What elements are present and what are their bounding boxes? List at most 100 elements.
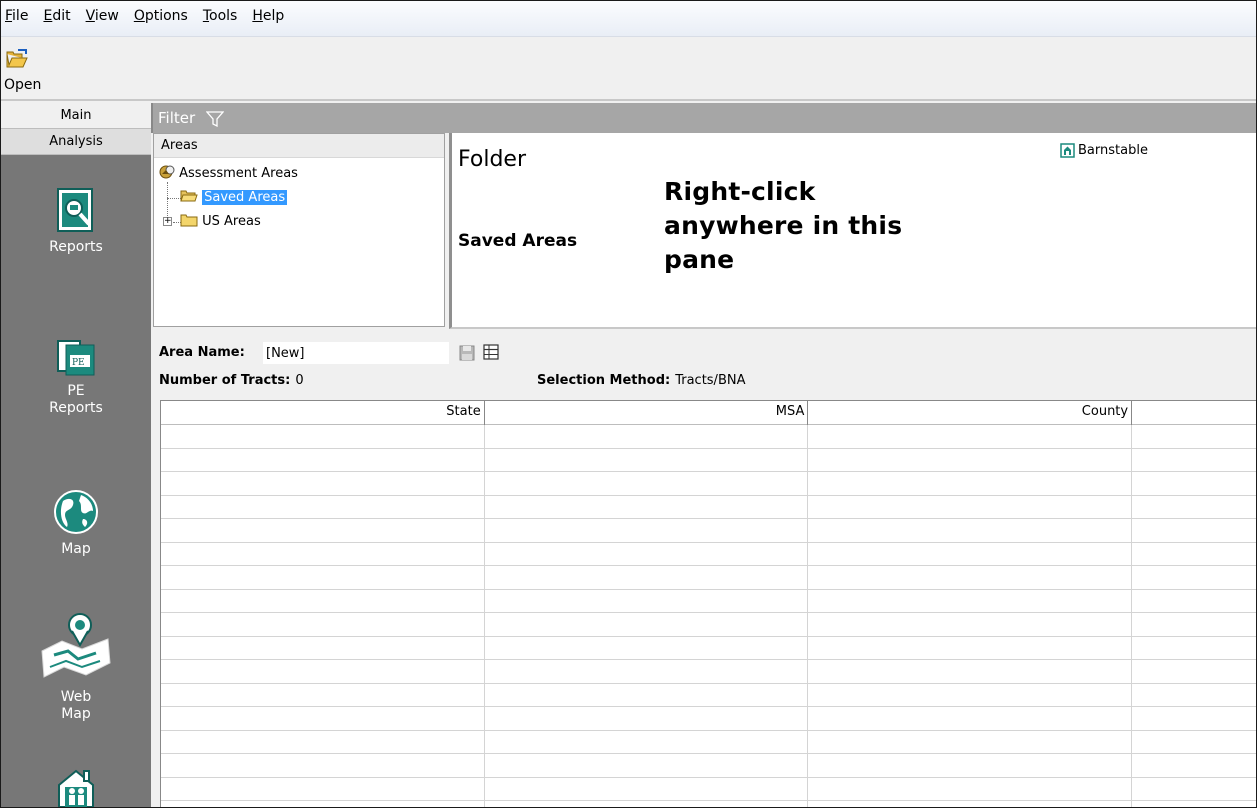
menu-view[interactable]: View (86, 8, 119, 24)
table-cell[interactable] (1132, 801, 1256, 807)
table-cell[interactable] (485, 448, 809, 471)
table-cell[interactable] (485, 707, 809, 730)
table-cell[interactable] (808, 660, 1133, 683)
table-cell[interactable] (1132, 754, 1256, 777)
table-cell[interactable] (808, 754, 1133, 777)
table-cell[interactable] (808, 613, 1133, 636)
table-cell[interactable] (485, 542, 809, 565)
table-cell[interactable] (808, 589, 1133, 612)
table-cell[interactable] (1132, 613, 1256, 636)
table-row[interactable] (161, 660, 1256, 684)
table-cell[interactable] (1132, 590, 1256, 613)
table-cell[interactable] (1132, 543, 1256, 566)
map-button[interactable]: Map (1, 489, 151, 558)
table-cell[interactable] (1132, 472, 1256, 495)
table-cell[interactable] (808, 425, 1133, 448)
reports-button[interactable]: Reports (1, 187, 151, 256)
table-cell[interactable] (808, 683, 1133, 706)
menu-file[interactable]: File (5, 8, 28, 24)
table-cell[interactable] (485, 613, 809, 636)
table-cell[interactable] (161, 425, 485, 448)
table-cell[interactable] (485, 730, 809, 753)
table-cell[interactable] (485, 589, 809, 612)
table-cell[interactable] (1132, 519, 1256, 542)
table-cell[interactable] (161, 472, 485, 495)
table-row[interactable] (161, 683, 1256, 707)
table-cell[interactable] (808, 448, 1133, 471)
table-row[interactable] (161, 448, 1256, 472)
table-cell[interactable] (808, 636, 1133, 659)
table-cell[interactable] (485, 660, 809, 683)
pe-reports-button[interactable]: PE PE Reports (1, 339, 151, 417)
table-row[interactable] (161, 472, 1256, 496)
table-cell[interactable] (485, 566, 809, 589)
column-header-extra[interactable] (1132, 401, 1256, 425)
table-row[interactable] (161, 777, 1256, 801)
menu-help[interactable]: Help (252, 8, 284, 24)
open-button[interactable]: Open (4, 49, 54, 97)
table-cell[interactable] (161, 636, 485, 659)
table-cell[interactable] (485, 777, 809, 800)
table-row[interactable] (161, 519, 1256, 543)
table-cell[interactable] (1132, 425, 1256, 448)
grid-icon[interactable] (483, 344, 499, 360)
table-cell[interactable] (808, 730, 1133, 753)
tree-item-saved-areas[interactable]: Saved Areas (180, 188, 288, 208)
table-cell[interactable] (485, 519, 809, 542)
table-cell[interactable] (161, 660, 485, 683)
save-icon[interactable] (459, 345, 475, 361)
table-cell[interactable] (161, 613, 485, 636)
table-cell[interactable] (161, 542, 485, 565)
table-row[interactable] (161, 425, 1256, 449)
table-cell[interactable] (808, 707, 1133, 730)
table-row[interactable] (161, 589, 1256, 613)
table-cell[interactable] (161, 801, 485, 807)
table-cell[interactable] (161, 589, 485, 612)
table-cell[interactable] (161, 754, 485, 777)
table-cell[interactable] (161, 777, 485, 800)
web-map-button[interactable]: Web Map (1, 611, 151, 723)
table-cell[interactable] (485, 636, 809, 659)
household-button[interactable] (1, 767, 151, 807)
table-cell[interactable] (161, 566, 485, 589)
table-cell[interactable] (808, 566, 1133, 589)
table-cell[interactable] (808, 542, 1133, 565)
table-row[interactable] (161, 636, 1256, 660)
area-name-input[interactable] (263, 342, 449, 364)
filter-bar[interactable]: Filter (151, 103, 1256, 133)
table-cell[interactable] (485, 801, 809, 807)
table-row[interactable] (161, 566, 1256, 590)
menu-tools[interactable]: Tools (203, 8, 238, 24)
table-cell[interactable] (1132, 684, 1256, 707)
table-row[interactable] (161, 495, 1256, 519)
table-row[interactable] (161, 730, 1256, 754)
table-cell[interactable] (485, 495, 809, 518)
table-cell[interactable] (485, 472, 809, 495)
table-cell[interactable] (808, 777, 1133, 800)
table-cell[interactable] (1132, 707, 1256, 730)
table-cell[interactable] (161, 683, 485, 706)
menu-edit[interactable]: Edit (43, 8, 70, 24)
table-cell[interactable] (161, 495, 485, 518)
table-row[interactable] (161, 613, 1256, 637)
tree-item-assessment-areas[interactable]: Assessment Areas (159, 164, 298, 184)
table-cell[interactable] (1132, 731, 1256, 754)
table-cell[interactable] (1132, 566, 1256, 589)
table-cell[interactable] (1132, 637, 1256, 660)
column-header-msa[interactable]: MSA (485, 401, 809, 425)
table-cell[interactable] (1132, 496, 1256, 519)
table-cell[interactable] (161, 448, 485, 471)
tree-expander-us-areas[interactable]: + (163, 217, 172, 226)
table-cell[interactable] (808, 801, 1133, 807)
table-row[interactable] (161, 754, 1256, 778)
table-cell[interactable] (161, 519, 485, 542)
tree-item-us-areas[interactable]: US Areas (180, 212, 261, 232)
table-cell[interactable] (808, 472, 1133, 495)
column-header-state[interactable]: State (161, 401, 485, 425)
column-header-county[interactable]: County (808, 401, 1133, 425)
table-cell[interactable] (808, 495, 1133, 518)
tab-main[interactable]: Main (1, 103, 151, 129)
tab-analysis[interactable]: Analysis (1, 129, 151, 155)
table-cell[interactable] (485, 683, 809, 706)
table-cell[interactable] (485, 425, 809, 448)
